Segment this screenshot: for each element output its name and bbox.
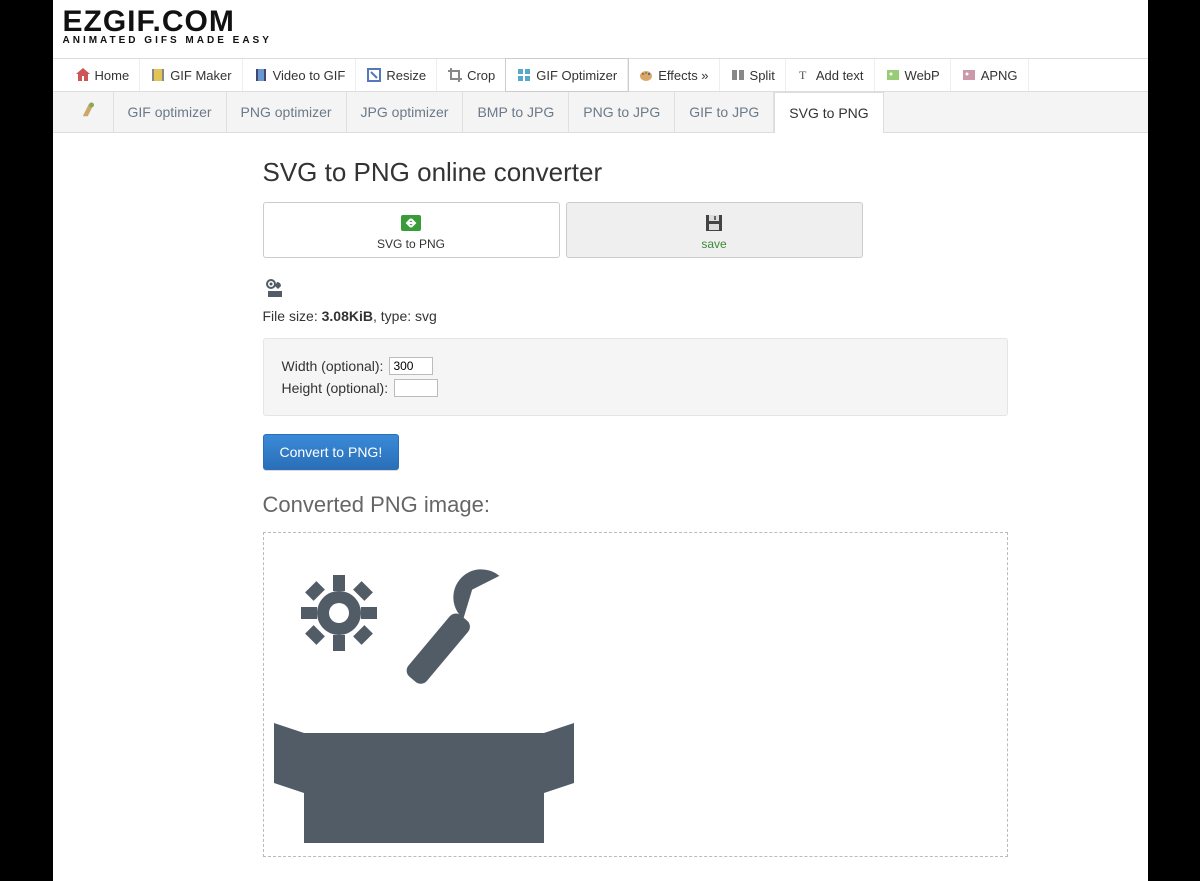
subnav-gif-optimizer[interactable]: GIF optimizer xyxy=(114,92,227,132)
converted-image xyxy=(274,543,574,843)
subnav-svg-to-png[interactable]: SVG to PNG xyxy=(774,92,883,133)
split-icon xyxy=(730,67,746,83)
nav-effects[interactable]: Effects » xyxy=(628,59,719,91)
nav-crop-label: Crop xyxy=(467,68,495,83)
nav-apng-label: APNG xyxy=(981,68,1018,83)
result-title: Converted PNG image: xyxy=(263,492,1124,518)
nav-video-to-gif-label: Video to GIF xyxy=(273,68,346,83)
file-type-label: , type: xyxy=(373,308,415,324)
image-icon xyxy=(885,67,901,83)
logo-tagline: ANIMATED GIFS MADE EASY xyxy=(63,35,1138,46)
height-input[interactable] xyxy=(394,379,438,397)
file-type-value: svg xyxy=(415,308,437,324)
subnav-jpg-optimizer[interactable]: JPG optimizer xyxy=(347,92,464,132)
nav-webp-label: WebP xyxy=(905,68,940,83)
nav-effects-label: Effects » xyxy=(658,68,708,83)
nav-add-text-label: Add text xyxy=(816,68,864,83)
resize-icon xyxy=(366,67,382,83)
nav-gif-maker[interactable]: GIF Maker xyxy=(140,59,242,91)
action-save-label: save xyxy=(701,237,726,251)
tools-thumb-icon xyxy=(263,276,287,300)
crop-icon xyxy=(447,67,463,83)
image-icon xyxy=(961,67,977,83)
subnav-gif-to-jpg[interactable]: GIF to JPG xyxy=(675,92,774,132)
convert-icon xyxy=(397,211,425,235)
options-form: Width (optional): Height (optional): xyxy=(263,338,1008,416)
primary-nav: Home GIF Maker Video to GIF Resize Crop … xyxy=(53,58,1148,92)
file-size-value: 3.08KiB xyxy=(322,308,373,324)
width-input[interactable] xyxy=(389,357,433,375)
main-content: SVG to PNG online converter SVG to PNG s… xyxy=(53,133,1148,881)
result-box xyxy=(263,532,1008,857)
optimize-icon xyxy=(516,67,532,83)
nav-resize[interactable]: Resize xyxy=(356,59,437,91)
nav-home-label: Home xyxy=(95,68,130,83)
file-size-label: File size: xyxy=(263,308,322,324)
palette-icon xyxy=(638,67,654,83)
nav-split-label: Split xyxy=(750,68,775,83)
nav-video-to-gif[interactable]: Video to GIF xyxy=(243,59,357,91)
header: EZGIF.COM ANIMATED GIFS MADE EASY xyxy=(53,0,1148,50)
film-icon xyxy=(150,67,166,83)
thumbnail-preview xyxy=(263,276,1124,300)
nav-gif-optimizer-label: GIF Optimizer xyxy=(536,68,617,83)
logo-main[interactable]: EZGIF.COM xyxy=(63,8,1138,35)
subnav-png-optimizer[interactable]: PNG optimizer xyxy=(227,92,347,132)
nav-webp[interactable]: WebP xyxy=(875,59,951,91)
text-icon: T xyxy=(796,67,812,83)
save-icon xyxy=(700,211,728,235)
height-label: Height (optional): xyxy=(282,380,389,396)
nav-resize-label: Resize xyxy=(386,68,426,83)
nav-gif-maker-label: GIF Maker xyxy=(170,68,231,83)
page-title: SVG to PNG online converter xyxy=(263,157,1124,188)
action-save[interactable]: save xyxy=(566,202,863,258)
action-row: SVG to PNG save xyxy=(263,202,863,258)
file-info: File size: 3.08KiB, type: svg xyxy=(263,308,1124,324)
width-label: Width (optional): xyxy=(282,358,384,374)
convert-button[interactable]: Convert to PNG! xyxy=(263,434,400,470)
nav-crop[interactable]: Crop xyxy=(437,59,506,91)
subnav-bmp-to-jpg[interactable]: BMP to JPG xyxy=(463,92,569,132)
nav-gif-optimizer[interactable]: GIF Optimizer xyxy=(506,59,628,91)
nav-add-text[interactable]: T Add text xyxy=(786,59,875,91)
secondary-nav: GIF optimizer PNG optimizer JPG optimize… xyxy=(53,92,1148,133)
nav-apng[interactable]: APNG xyxy=(951,59,1029,91)
home-icon xyxy=(75,67,91,83)
action-svg-to-png[interactable]: SVG to PNG xyxy=(263,202,560,258)
nav-home[interactable]: Home xyxy=(65,59,141,91)
action-svg-to-png-label: SVG to PNG xyxy=(377,237,445,251)
subnav-png-to-jpg[interactable]: PNG to JPG xyxy=(569,92,675,132)
video-icon xyxy=(253,67,269,83)
svg-text:T: T xyxy=(799,68,807,82)
subnav-home-icon[interactable] xyxy=(65,92,114,132)
nav-split[interactable]: Split xyxy=(720,59,786,91)
brush-icon xyxy=(79,100,99,120)
